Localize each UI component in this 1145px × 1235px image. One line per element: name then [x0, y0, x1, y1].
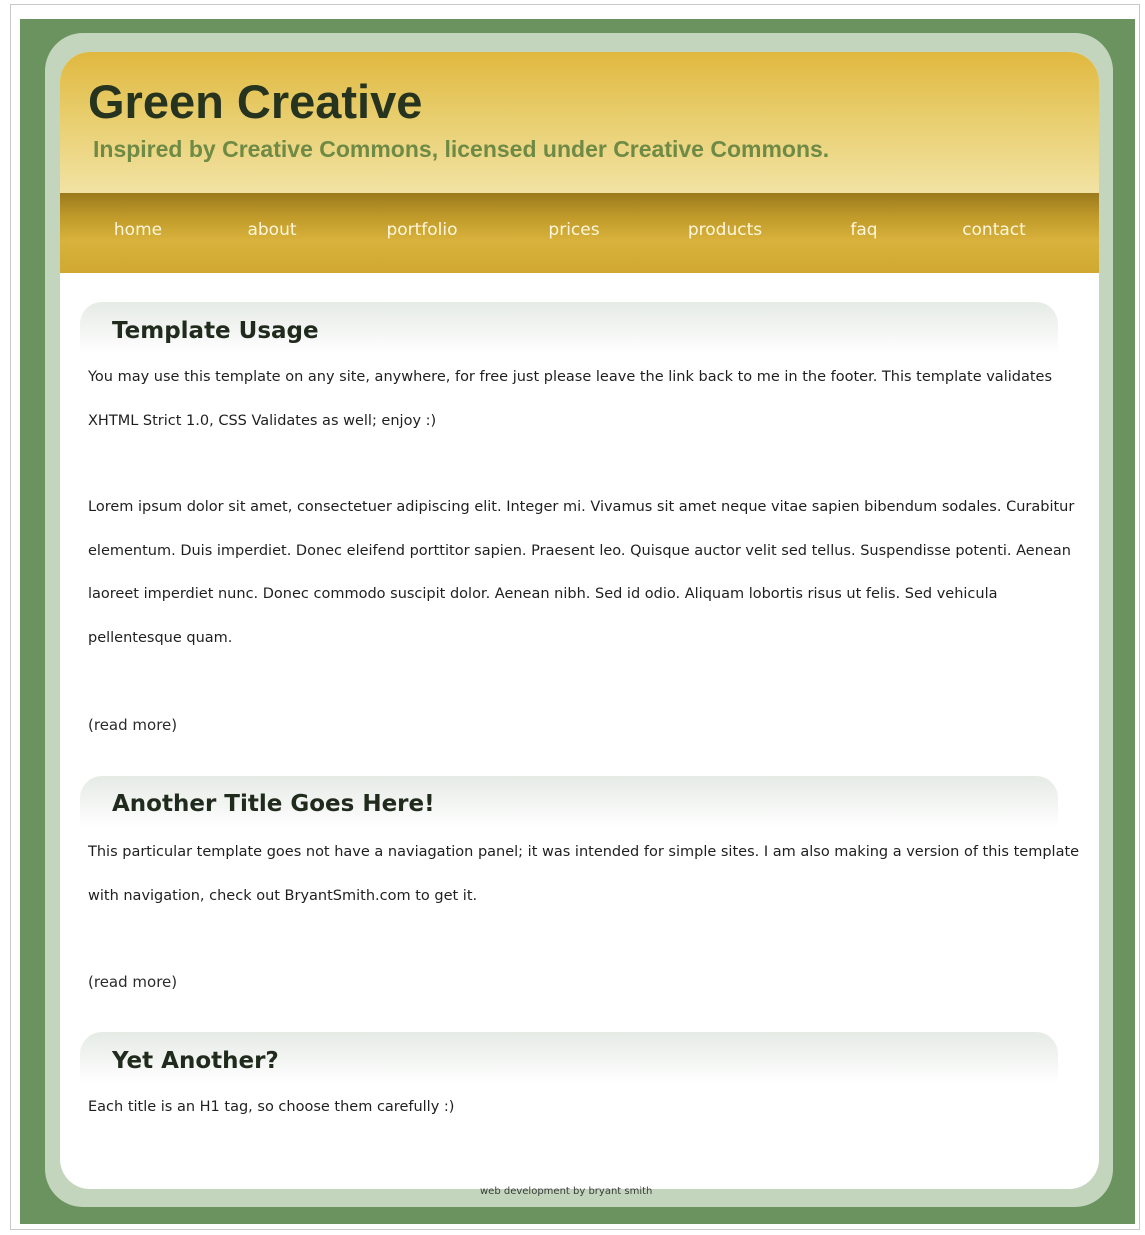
site-title: Green Creative — [88, 75, 423, 128]
nav-faq[interactable]: faq — [850, 222, 877, 239]
post-paragraph: This particular template goes not have a… — [88, 844, 1080, 904]
post-title: Another Title Goes Here! — [112, 791, 435, 817]
nav-contact[interactable]: contact — [962, 222, 1026, 239]
nav-portfolio[interactable]: portfolio — [386, 222, 457, 239]
nav-home[interactable]: home — [114, 222, 162, 239]
content-card: Green Creative Inspired by Creative Comm… — [60, 52, 1099, 1189]
nav-prices[interactable]: prices — [548, 222, 599, 239]
read-more-link[interactable]: (read more) — [88, 718, 177, 733]
read-more-link[interactable]: (read more) — [88, 975, 177, 990]
post-title: Template Usage — [112, 318, 319, 344]
footer-credit-link[interactable]: web development by bryant smith — [480, 1187, 652, 1197]
nav-products[interactable]: products — [688, 222, 762, 239]
post-paragraph: Each title is an H1 tag, so choose them … — [88, 1099, 455, 1115]
nav-about[interactable]: about — [247, 222, 296, 239]
post-paragraph: Lorem ipsum dolor sit amet, consectetuer… — [88, 499, 1075, 646]
post-paragraph: You may use this template on any site, a… — [88, 369, 1053, 429]
main-nav: home about portfolio prices products faq… — [60, 193, 1099, 273]
site-tagline: Inspired by Creative Commons, licensed u… — [93, 136, 830, 162]
post-title: Yet Another? — [112, 1048, 279, 1074]
site-header: Green Creative Inspired by Creative Comm… — [60, 52, 1099, 193]
